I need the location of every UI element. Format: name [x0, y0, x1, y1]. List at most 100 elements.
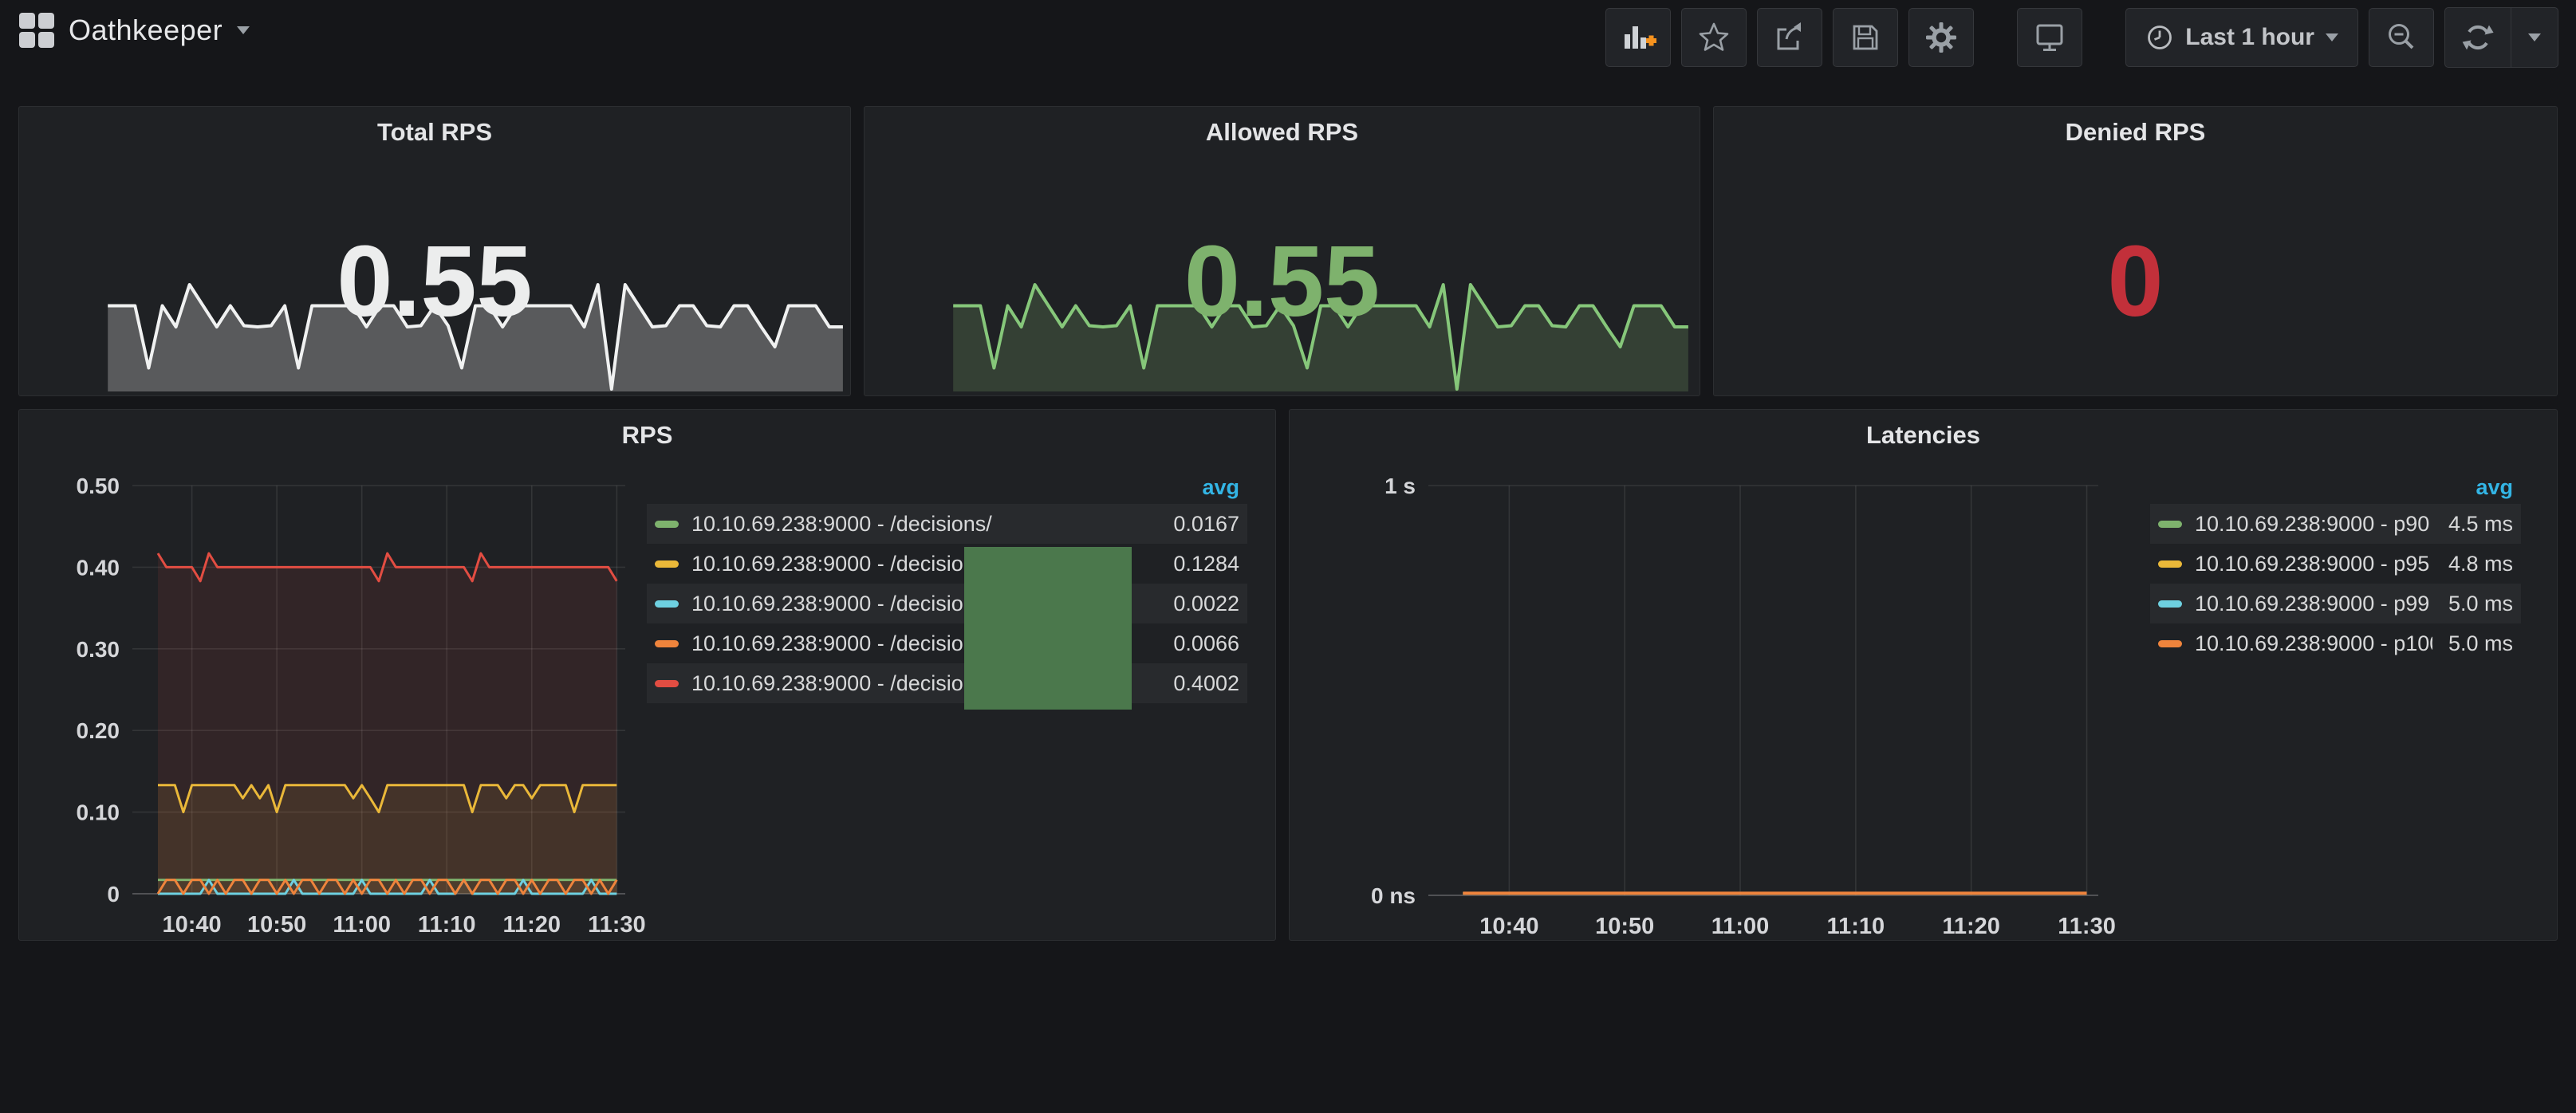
svg-text:0: 0: [107, 882, 120, 907]
series-label[interactable]: 10.10.69.238:9000 - /decisions/: [691, 512, 992, 537]
svg-text:0.40: 0.40: [77, 555, 120, 580]
svg-text:1 s: 1 s: [1385, 474, 1416, 498]
add-panel-button[interactable]: [1605, 8, 1671, 67]
series-label[interactable]: 10.10.69.238:9000 - p95: [2195, 552, 2429, 576]
svg-text:11:00: 11:00: [333, 912, 391, 938]
star-icon: [1696, 20, 1731, 55]
series-label[interactable]: 10.10.69.238:9000 - /decisions/: [691, 671, 992, 696]
series-color-swatch[interactable]: [2158, 560, 2182, 568]
series-label[interactable]: 10.10.69.238:9000 - /decisions/: [691, 631, 992, 656]
refresh-button[interactable]: [2445, 8, 2511, 67]
clock-icon: [2145, 23, 2174, 52]
topbar: Oathkeeper: [0, 0, 2576, 73]
grafana-dashboard: Oathkeeper: [0, 0, 2576, 1113]
cycle-view-button[interactable]: [2017, 8, 2082, 67]
panel-allowed-rps: Allowed RPS 0.55: [864, 106, 1700, 396]
denied-rps-value: 0: [1714, 223, 2557, 339]
svg-text:10:40: 10:40: [1479, 914, 1538, 939]
latencies-legend: avg 10.10.69.238:9000 - p904.5 ms10.10.6…: [2150, 470, 2521, 663]
series-color-swatch[interactable]: [2158, 640, 2182, 647]
panel-latencies-graph: Latencies 10:40 10:50 11:00 11:10 11:20 11:30…: [1289, 409, 2558, 941]
allowed-rps-value: 0.55: [865, 223, 1700, 339]
selection-overlay: [964, 547, 1132, 710]
series-avg-value: 0.0022: [1157, 592, 1239, 616]
save-button[interactable]: [1833, 8, 1898, 67]
rps-legend-rows: 10.10.69.238:9000 - /decisions/0.016710.…: [647, 504, 1247, 703]
panel-total-rps: Total RPS 0.55: [18, 106, 851, 396]
series-label[interactable]: 10.10.69.238:9000 - p90: [2195, 512, 2429, 537]
rps-legend-item[interactable]: 10.10.69.238:9000 - /decisions/0.0066: [647, 623, 1247, 663]
series-avg-value: 0.0066: [1157, 631, 1239, 656]
rps-legend-header: avg: [647, 470, 1247, 504]
chevron-down-icon: [237, 26, 250, 34]
svg-text:0.10: 0.10: [77, 800, 120, 825]
dashboard-grid-icon: [19, 13, 54, 48]
zoom-out-icon: [2384, 20, 2419, 55]
svg-text:11:30: 11:30: [2058, 914, 2116, 939]
series-avg-value: 5.0 ms: [2432, 592, 2513, 616]
refresh-options-button[interactable]: [2511, 8, 2558, 67]
series-color-swatch[interactable]: [655, 680, 679, 687]
panel-title-latencies[interactable]: Latencies: [1290, 421, 2557, 450]
rps-legend-item[interactable]: 10.10.69.238:9000 - /decisions/0.1284: [647, 544, 1247, 584]
legend-avg-header[interactable]: avg: [1202, 475, 1247, 500]
svg-text:11:30: 11:30: [588, 912, 646, 938]
refresh-icon: [2460, 20, 2495, 55]
svg-text:11:10: 11:10: [1827, 914, 1885, 939]
panel-title-total-rps[interactable]: Total RPS: [19, 118, 850, 147]
svg-text:10:40: 10:40: [163, 912, 222, 938]
series-avg-value: 4.5 ms: [2432, 512, 2513, 537]
svg-text:11:20: 11:20: [502, 912, 561, 938]
series-label[interactable]: 10.10.69.238:9000 - p99: [2195, 592, 2429, 616]
panel-title-denied-rps[interactable]: Denied RPS: [1714, 118, 2557, 147]
rps-legend-item[interactable]: 10.10.69.238:9000 - /decisions/0.4002: [647, 663, 1247, 703]
series-label[interactable]: 10.10.69.238:9000 - /decisions/: [691, 592, 992, 616]
chevron-down-icon: [2528, 33, 2541, 41]
time-range-button[interactable]: Last 1 hour: [2125, 8, 2358, 67]
svg-text:0.20: 0.20: [77, 718, 120, 743]
series-color-swatch[interactable]: [655, 640, 679, 647]
time-range-label: Last 1 hour: [2185, 24, 2314, 51]
svg-text:11:10: 11:10: [418, 912, 476, 938]
share-button[interactable]: [1757, 8, 1822, 67]
rps-legend: avg 10.10.69.238:9000 - /decisions/0.016…: [647, 470, 1247, 703]
save-icon: [1848, 20, 1883, 55]
svg-text:11:00: 11:00: [1711, 914, 1770, 939]
latencies-legend-item[interactable]: 10.10.69.238:9000 - p1005.0 ms: [2150, 623, 2521, 663]
panel-title-rps[interactable]: RPS: [19, 421, 1275, 450]
panel-denied-rps: Denied RPS 0: [1713, 106, 2558, 396]
svg-text:0.50: 0.50: [77, 474, 120, 498]
svg-text:10:50: 10:50: [247, 912, 306, 938]
latencies-legend-item[interactable]: 10.10.69.238:9000 - p954.8 ms: [2150, 544, 2521, 584]
star-button[interactable]: [1681, 8, 1747, 67]
latencies-legend-item[interactable]: 10.10.69.238:9000 - p904.5 ms: [2150, 504, 2521, 544]
panel-title-allowed-rps[interactable]: Allowed RPS: [865, 118, 1700, 147]
series-label[interactable]: 10.10.69.238:9000 - /decisions/: [691, 552, 992, 576]
panel-rps-graph: RPS 10:40 10:50 11:00 11:10 11:20 11:30 0 0.10 0…: [18, 409, 1276, 941]
svg-text:0.30: 0.30: [77, 637, 120, 662]
legend-avg-header[interactable]: avg: [2476, 475, 2521, 500]
rps-legend-item[interactable]: 10.10.69.238:9000 - /decisions/0.0167: [647, 504, 1247, 544]
latencies-legend-header: avg: [2150, 470, 2521, 504]
series-color-swatch[interactable]: [655, 521, 679, 528]
toolbar: Last 1 hour: [1605, 6, 2558, 69]
svg-text:11:20: 11:20: [1942, 914, 2000, 939]
zoom-out-button[interactable]: [2369, 8, 2434, 67]
series-color-swatch[interactable]: [655, 560, 679, 568]
dashboard-title: Oathkeeper: [69, 14, 223, 47]
svg-text:10:50: 10:50: [1595, 914, 1654, 939]
series-avg-value: 0.1284: [1157, 552, 1239, 576]
rps-legend-item[interactable]: 10.10.69.238:9000 - /decisions/0.0022: [647, 584, 1247, 623]
share-icon: [1772, 20, 1807, 55]
monitor-icon: [2032, 20, 2067, 55]
refresh-button-group: [2444, 7, 2558, 68]
series-color-swatch[interactable]: [655, 600, 679, 608]
svg-text:0 ns: 0 ns: [1371, 883, 1416, 908]
series-label[interactable]: 10.10.69.238:9000 - p100: [2195, 631, 2432, 656]
series-color-swatch[interactable]: [2158, 600, 2182, 608]
latencies-legend-item[interactable]: 10.10.69.238:9000 - p995.0 ms: [2150, 584, 2521, 623]
series-color-swatch[interactable]: [2158, 521, 2182, 528]
settings-button[interactable]: [1908, 8, 1974, 67]
dashboard-picker[interactable]: Oathkeeper: [19, 13, 250, 48]
series-avg-value: 5.0 ms: [2432, 631, 2513, 656]
